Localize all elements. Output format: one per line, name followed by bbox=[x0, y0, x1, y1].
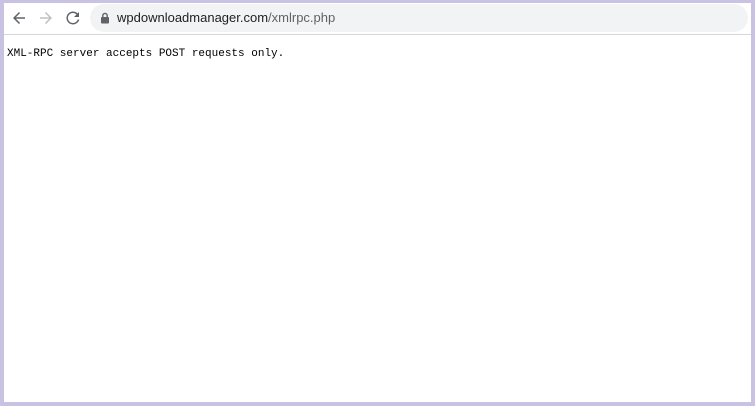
url-path: /xmlrpc.php bbox=[268, 10, 336, 25]
browser-toolbar: wpdownloadmanager.com/xmlrpc.php bbox=[4, 3, 751, 35]
forward-button[interactable] bbox=[34, 6, 58, 30]
address-bar[interactable]: wpdownloadmanager.com/xmlrpc.php bbox=[90, 4, 748, 32]
url-domain: wpdownloadmanager.com bbox=[117, 10, 269, 25]
url-text[interactable]: wpdownloadmanager.com/xmlrpc.php bbox=[117, 4, 335, 32]
server-message: XML-RPC server accepts POST requests onl… bbox=[7, 48, 285, 60]
back-button[interactable] bbox=[7, 6, 31, 30]
browser-window: wpdownloadmanager.com/xmlrpc.php XML-RPC… bbox=[4, 3, 751, 402]
arrow-left-icon bbox=[13, 12, 25, 24]
lock-icon[interactable] bbox=[99, 12, 111, 24]
page-content: XML-RPC server accepts POST requests onl… bbox=[4, 35, 751, 402]
reload-icon bbox=[66, 11, 80, 25]
reload-button[interactable] bbox=[61, 6, 85, 30]
arrow-right-icon bbox=[40, 12, 52, 24]
